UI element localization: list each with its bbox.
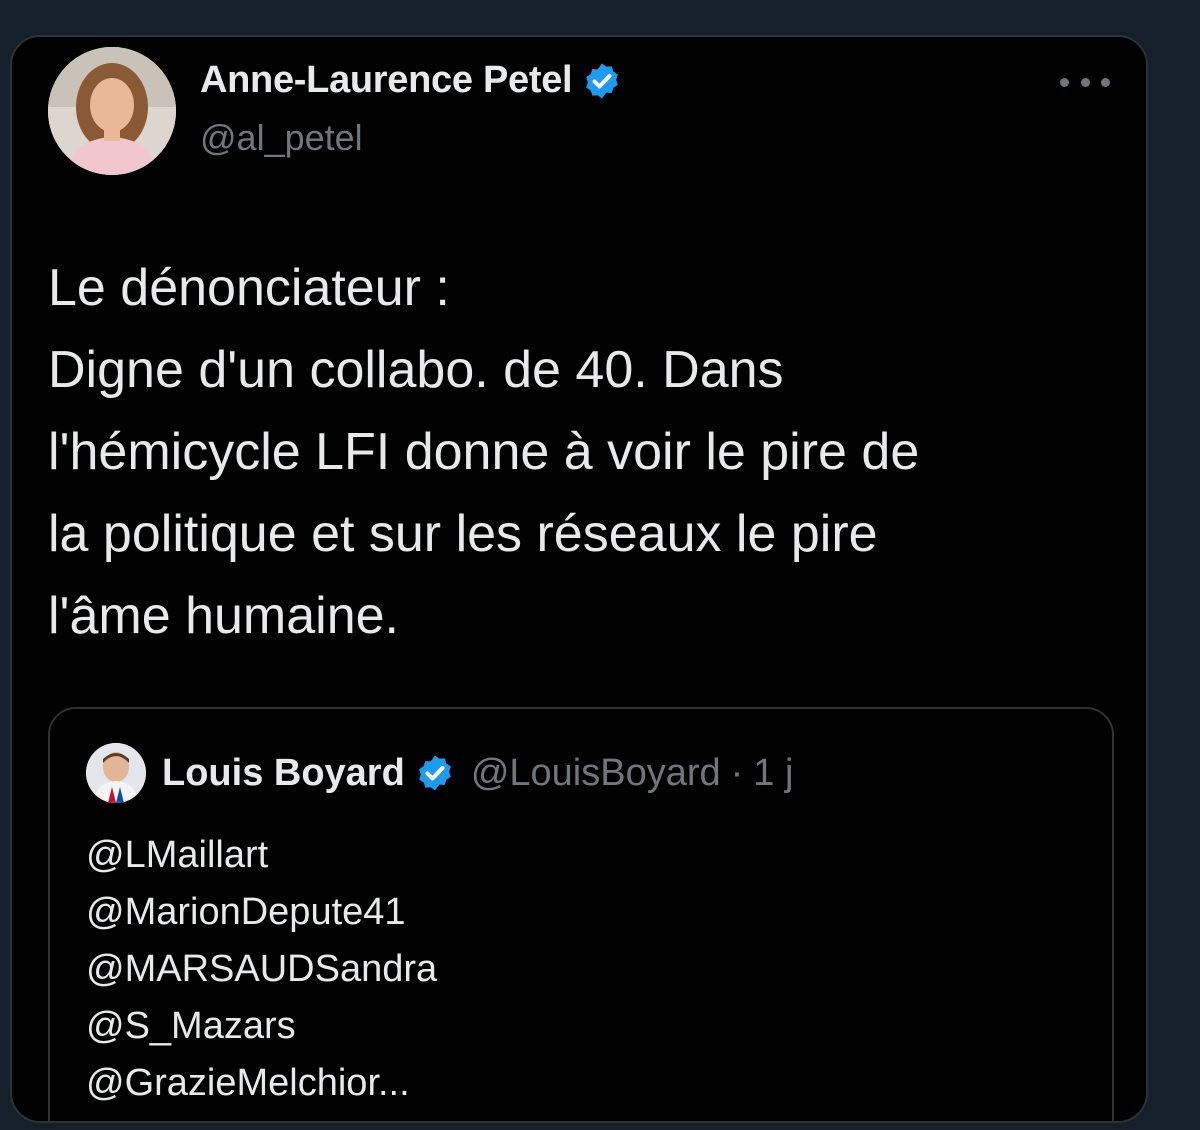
- quoted-tweet-text: @LMaillart @MarionDepute41 @MARSAUDSandr…: [86, 827, 437, 1112]
- tweet-text-line: l'âme humaine.: [48, 587, 399, 645]
- quoted-tweet[interactable]: Louis Boyard @LouisBoyard · 1 j @LMailla…: [48, 707, 1114, 1121]
- author-name-row: Anne-Laurence Petel: [200, 59, 622, 102]
- mention-link[interactable]: @MARSAUDSandra: [86, 941, 437, 998]
- quoted-author-avatar[interactable]: [86, 743, 146, 803]
- mention-link[interactable]: @MarionDepute41: [86, 884, 437, 941]
- author-handle[interactable]: @al_petel: [200, 117, 363, 159]
- tweet-text: Le dénonciateur : Digne d'un collabo. de…: [48, 247, 1108, 657]
- author-avatar[interactable]: [48, 47, 176, 175]
- separator-dot: ·: [730, 751, 744, 794]
- tweet-text-line: Le dénonciateur :: [48, 259, 450, 317]
- quoted-author-handle[interactable]: @LouisBoyard: [471, 752, 721, 795]
- mention-link[interactable]: @LMaillart: [86, 827, 437, 884]
- quoted-author-display-name[interactable]: Louis Boyard: [162, 752, 405, 795]
- tweet-text-line: la politique et sur les réseaux le pire: [48, 505, 878, 563]
- verified-badge-icon: [586, 63, 619, 98]
- tweet-text-line: Digne d'un collabo. de 40. Dans: [48, 341, 784, 399]
- more-options-icon[interactable]: [1060, 67, 1110, 97]
- mention-link[interactable]: @GrazieMelchior...: [86, 1055, 437, 1112]
- mention-link[interactable]: @S_Mazars: [86, 998, 437, 1055]
- quoted-tweet-header: Louis Boyard @LouisBoyard · 1 j: [86, 743, 793, 803]
- author-display-name[interactable]: Anne-Laurence Petel: [200, 59, 573, 102]
- tweet-text-line: l'hémicycle LFI donne à voir le pire de: [48, 423, 920, 481]
- verified-badge-icon: [418, 755, 451, 791]
- tweet-card[interactable]: Anne-Laurence Petel @al_petel Le dénonci…: [10, 35, 1148, 1123]
- quoted-tweet-timestamp[interactable]: 1 j: [753, 752, 793, 795]
